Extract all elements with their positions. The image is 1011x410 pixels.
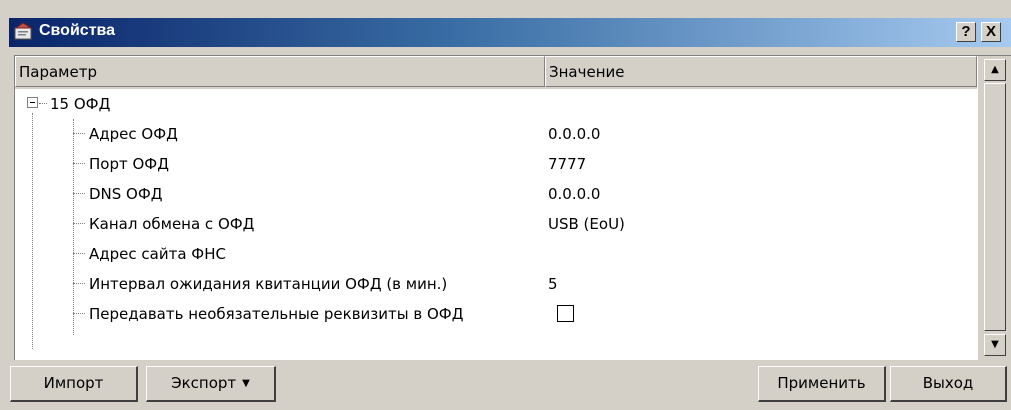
dropdown-arrow-icon: ▼	[242, 378, 250, 389]
properties-window-icon	[13, 22, 35, 42]
help-button[interactable]: ?	[956, 22, 976, 42]
export-button[interactable]: Экспорт ▼	[146, 366, 276, 402]
param-value[interactable]: 0.0.0.0	[548, 185, 600, 203]
table-row[interactable]: Передавать необязательные реквизиты в ОФ…	[15, 299, 977, 329]
collapse-icon[interactable]	[27, 97, 38, 108]
import-button[interactable]: Импорт	[10, 366, 138, 402]
param-value[interactable]: 5	[548, 275, 558, 293]
group-label: 15 ОФД	[50, 95, 111, 113]
param-name: Порт ОФД	[89, 155, 169, 173]
param-name: Передавать необязательные реквизиты в ОФ…	[89, 305, 464, 323]
scroll-down-button[interactable]: ▼	[984, 334, 1006, 356]
grid-body: 15 ОФД Адрес ОФД 0.0.0.0 Порт ОФД 7777 D…	[15, 89, 977, 361]
table-row[interactable]: Порт ОФД 7777	[15, 149, 977, 179]
apply-button[interactable]: Применить	[758, 366, 886, 402]
title-bar[interactable]: Свойства ? X	[9, 18, 1011, 47]
scroll-thumb[interactable]	[984, 83, 1006, 331]
group-row[interactable]: 15 ОФД	[15, 89, 977, 119]
table-row[interactable]: DNS ОФД 0.0.0.0	[15, 179, 977, 209]
table-row[interactable]: Интервал ожидания квитанции ОФД (в мин.)…	[15, 269, 977, 299]
vertical-scrollbar[interactable]: ▲ ▼	[978, 56, 1011, 360]
properties-grid: Параметр Значение 15 ОФД Адрес ОФД 0.0.0…	[14, 55, 1011, 360]
optional-requisites-checkbox[interactable]	[557, 305, 574, 322]
table-row[interactable]: Адрес сайта ФНС	[15, 239, 977, 269]
param-name: Канал обмена с ОФД	[89, 215, 255, 233]
param-value[interactable]: USB (EoU)	[548, 215, 625, 233]
exit-button[interactable]: Выход	[890, 366, 1007, 402]
param-name: Адрес ОФД	[89, 125, 178, 143]
table-row[interactable]: Адрес ОФД 0.0.0.0	[15, 119, 977, 149]
scroll-up-button[interactable]: ▲	[984, 59, 1006, 81]
param-name: Интервал ожидания квитанции ОФД (в мин.)	[89, 275, 448, 293]
param-name: Адрес сайта ФНС	[89, 245, 226, 263]
column-header-parameter[interactable]: Параметр	[15, 56, 545, 87]
grid-header: Параметр Значение	[15, 56, 977, 89]
param-name: DNS ОФД	[89, 185, 163, 203]
param-value[interactable]: 7777	[548, 155, 586, 173]
properties-window: Свойства ? X Параметр Значение 15 ОФД Ад…	[0, 0, 1011, 410]
close-button[interactable]: X	[981, 22, 1001, 42]
param-value[interactable]: 0.0.0.0	[548, 125, 600, 143]
column-header-value[interactable]: Значение	[545, 56, 977, 87]
table-row[interactable]: Канал обмена с ОФД USB (EoU)	[15, 209, 977, 239]
window-title: Свойства	[39, 22, 116, 39]
